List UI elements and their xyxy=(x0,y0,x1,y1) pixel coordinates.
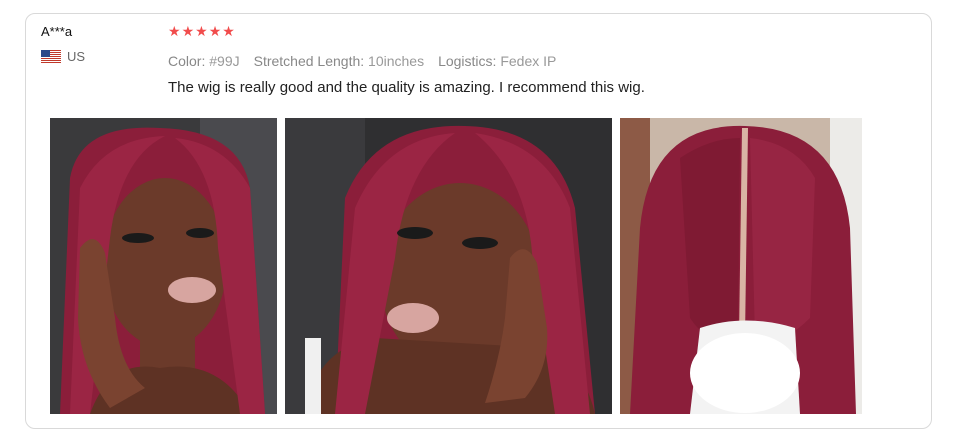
attr-length: Stretched Length: 10inches xyxy=(253,53,425,69)
reviewer-name: A***a xyxy=(41,24,73,39)
attr-color: Color: #99J xyxy=(168,53,240,69)
attr-logistics: Logistics: Fedex IP xyxy=(438,53,557,69)
star-icon: ★ xyxy=(208,24,222,40)
review-body: ★ ★ ★ ★ ★ Color: #99J Stretched Length: … xyxy=(168,24,908,98)
review-card: A***a US ★ ★ ★ ★ ★ Color: #99J Stretched… xyxy=(25,13,932,429)
star-icon: ★ xyxy=(181,24,195,40)
us-flag-icon xyxy=(41,50,61,63)
star-rating: ★ ★ ★ ★ ★ xyxy=(168,24,908,40)
purchase-attributes: Color: #99J Stretched Length: 10inches L… xyxy=(168,53,908,69)
review-photo-2[interactable] xyxy=(285,118,612,414)
star-icon: ★ xyxy=(168,24,181,40)
review-text: The wig is really good and the quality i… xyxy=(168,79,645,96)
star-icon: ★ xyxy=(222,24,235,40)
reviewer-country: US xyxy=(41,49,161,64)
star-icon: ★ xyxy=(195,24,208,40)
reviewer-info: A***a US xyxy=(41,24,161,64)
review-photo-3[interactable] xyxy=(620,118,862,414)
review-photos xyxy=(50,118,862,414)
review-photo-1[interactable] xyxy=(50,118,277,414)
country-code: US xyxy=(67,49,86,64)
